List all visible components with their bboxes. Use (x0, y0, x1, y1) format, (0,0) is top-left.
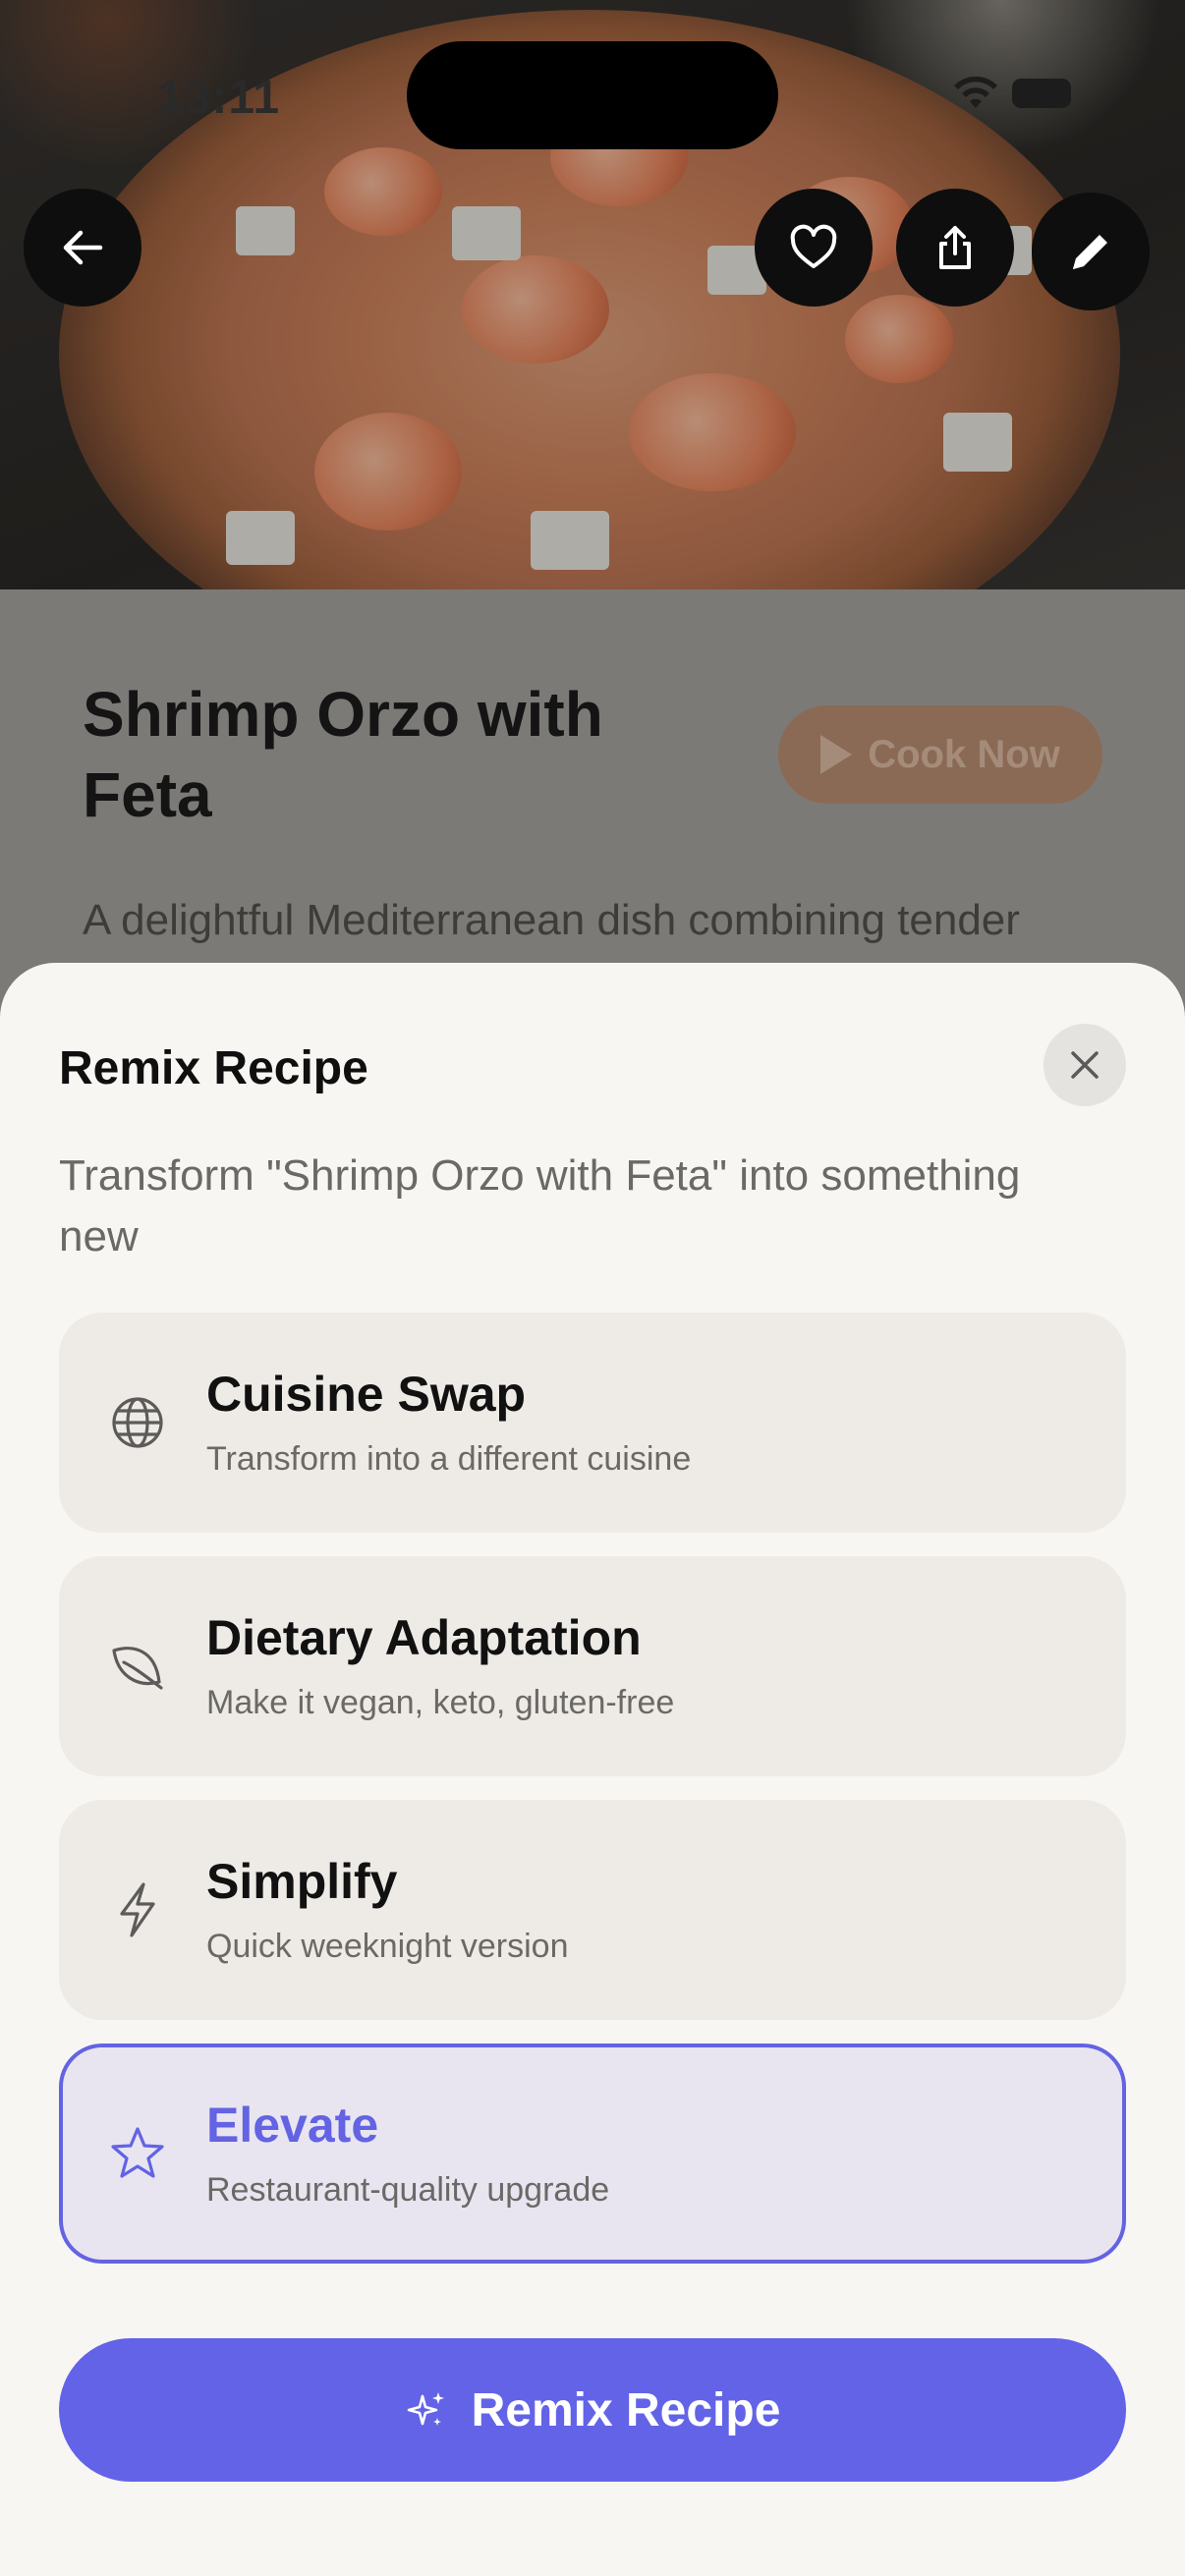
option-description: Make it vegan, keto, gluten-free (206, 1684, 675, 1721)
option-description: Restaurant-quality upgrade (206, 2171, 610, 2209)
option-description: Transform into a different cuisine (206, 1440, 692, 1478)
battery-icon (1012, 79, 1071, 108)
play-icon (820, 735, 853, 774)
option-label: Elevate (206, 2098, 379, 2153)
option-label: Dietary Adaptation (206, 1610, 642, 1665)
sheet-subtitle: Transform "Shrimp Orzo with Feta" into s… (59, 1151, 1021, 1260)
status-icons (953, 77, 1071, 110)
leaf-icon (112, 1647, 163, 1690)
sparkles-icon (407, 2392, 444, 2426)
recipe-title: Shrimp Orzo with Feta (83, 679, 603, 830)
arrow-left-icon (63, 230, 103, 265)
option-simplify[interactable]: Simplify Quick weeknight version (59, 1800, 1126, 2020)
dynamic-island (407, 41, 778, 149)
option-label: Cuisine Swap (206, 1367, 527, 1422)
cook-now-button[interactable]: Cook Now (778, 705, 1102, 804)
remix-recipe-label: Remix Recipe (471, 2383, 781, 2436)
share-button[interactable] (896, 189, 1014, 307)
sheet-title: Remix Recipe (59, 1042, 368, 1094)
option-dietary-adaptation[interactable]: Dietary Adaptation Make it vegan, keto, … (59, 1556, 1126, 1776)
wifi-icon (954, 77, 997, 108)
remix-recipe-button[interactable]: Remix Recipe (59, 2338, 1126, 2482)
close-button[interactable] (1044, 1024, 1126, 1106)
star-icon (111, 2127, 164, 2178)
option-label: Simplify (206, 1854, 398, 1909)
cook-now-label: Cook Now (868, 732, 1060, 776)
option-description: Quick weeknight version (206, 1928, 569, 1965)
option-cuisine-swap[interactable]: Cuisine Swap Transform into a different … (59, 1313, 1126, 1533)
edit-button[interactable] (1032, 193, 1150, 310)
remix-recipe-sheet: Remix Recipe Transform "Shrimp Orzo with… (0, 963, 1185, 2576)
favorite-button[interactable] (755, 189, 873, 307)
heart-icon (790, 224, 837, 268)
globe-icon (112, 1397, 163, 1448)
lightning-icon (120, 1882, 155, 1937)
back-button[interactable] (24, 189, 141, 307)
close-icon (1071, 1051, 1099, 1079)
option-elevate[interactable]: Elevate Restaurant-quality upgrade (59, 2044, 1126, 2264)
pencil-icon (1073, 235, 1107, 269)
status-time: 13:11 (157, 72, 281, 124)
recipe-description: A delightful Mediterranean dish combinin… (83, 896, 1020, 944)
share-icon (939, 226, 971, 269)
